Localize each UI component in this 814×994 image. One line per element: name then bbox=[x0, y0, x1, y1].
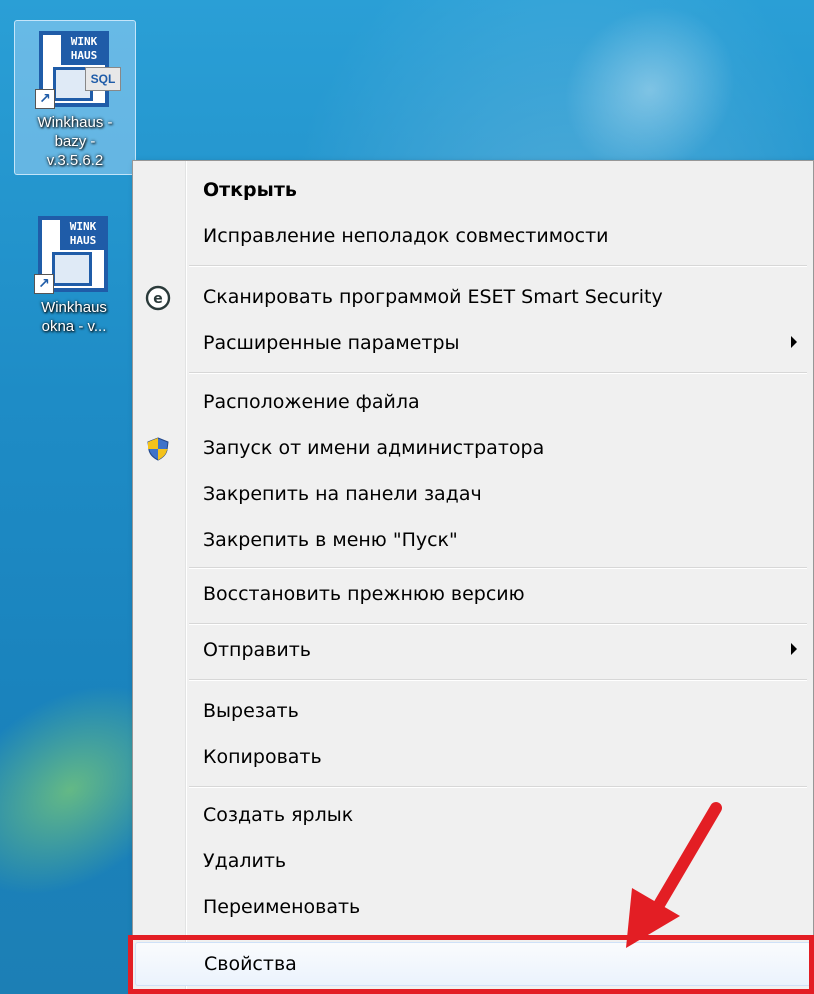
desktop-icon-winkhaus-okna[interactable]: WINK HAUS ↗ Winkhaus okna - v... bbox=[14, 206, 134, 340]
menu-item-compat-troubleshoot[interactable]: Исправление неполадок совместимости bbox=[135, 213, 811, 259]
menu-item-file-location[interactable]: Расположение файла bbox=[135, 379, 811, 425]
menu-item-rename[interactable]: Переименовать bbox=[135, 884, 811, 930]
desktop-icon-label-line: Winkhaus bbox=[41, 299, 107, 316]
desktop-icon-label: Winkhaus okna - v... bbox=[14, 296, 134, 340]
context-menu: Открыть Исправление неполадок совместимо… bbox=[132, 160, 814, 994]
menu-item-label: Копировать bbox=[203, 746, 322, 768]
menu-separator bbox=[189, 567, 807, 569]
menu-item-label: Создать ярлык bbox=[203, 804, 354, 826]
winkhaus-logo-icon: WINK HAUS bbox=[60, 220, 106, 250]
menu-item-label: Удалить bbox=[203, 850, 287, 872]
menu-item-cut[interactable]: Вырезать bbox=[135, 688, 811, 734]
menu-separator bbox=[189, 372, 807, 374]
menu-item-label: Свойства bbox=[204, 953, 297, 975]
desktop-icon-label-line: Winkhaus - bbox=[37, 114, 113, 131]
winkhaus-bazy-icon: WINK HAUS SQL ↗ bbox=[31, 27, 121, 111]
menu-item-label: Вырезать bbox=[203, 700, 299, 722]
menu-item-create-shortcut[interactable]: Создать ярлык bbox=[135, 792, 811, 838]
menu-item-label: Восстановить прежнюю версию bbox=[203, 583, 525, 605]
menu-item-label: Отправить bbox=[203, 639, 311, 661]
menu-item-properties[interactable]: Свойства bbox=[135, 942, 811, 986]
menu-item-label: Сканировать программой ESET Smart Securi… bbox=[203, 286, 663, 308]
shortcut-arrow-icon: ↗ bbox=[34, 274, 54, 294]
menu-item-advanced-params[interactable]: Расширенные параметры bbox=[135, 320, 811, 366]
menu-item-open[interactable]: Открыть bbox=[135, 167, 811, 213]
shortcut-arrow-icon: ↗ bbox=[35, 89, 55, 109]
eset-icon: e bbox=[145, 285, 171, 311]
menu-item-label: Открыть bbox=[203, 179, 297, 201]
desktop-icon-label-line: okna - v... bbox=[41, 318, 107, 335]
menu-item-eset-scan[interactable]: e Сканировать программой ESET Smart Secu… bbox=[135, 274, 811, 320]
menu-item-label: Закрепить в меню "Пуск" bbox=[203, 529, 458, 551]
menu-separator bbox=[189, 786, 807, 788]
menu-item-copy[interactable]: Копировать bbox=[135, 734, 811, 780]
sql-badge-icon: SQL bbox=[85, 67, 121, 91]
menu-item-label: Запуск от имени администратора bbox=[203, 437, 545, 459]
menu-item-label: Переименовать bbox=[203, 896, 361, 918]
window-pane-icon bbox=[52, 252, 92, 286]
menu-item-label: Расположение файла bbox=[203, 391, 420, 413]
desktop-icon-label-line: v.3.5.6.2 bbox=[46, 152, 104, 169]
uac-shield-icon bbox=[145, 436, 171, 462]
menu-item-pin-taskbar[interactable]: Закрепить на панели задач bbox=[135, 471, 811, 517]
menu-separator bbox=[189, 265, 807, 267]
submenu-arrow-icon bbox=[791, 643, 797, 655]
menu-item-label: Исправление неполадок совместимости bbox=[203, 225, 609, 247]
desktop-icon-label-line: bazy - bbox=[54, 133, 96, 150]
menu-separator bbox=[189, 679, 807, 681]
menu-item-delete[interactable]: Удалить bbox=[135, 838, 811, 884]
menu-separator bbox=[189, 623, 807, 625]
menu-item-label: Закрепить на панели задач bbox=[203, 483, 482, 505]
winkhaus-logo-icon: WINK HAUS bbox=[61, 35, 107, 65]
desktop-icon-winkhaus-bazy[interactable]: WINK HAUS SQL ↗ Winkhaus - bazy - v.3.5.… bbox=[14, 20, 136, 175]
submenu-arrow-icon bbox=[791, 336, 797, 348]
winkhaus-okna-icon: WINK HAUS ↗ bbox=[30, 212, 118, 296]
menu-item-run-as-admin[interactable]: Запуск от имени администратора bbox=[135, 425, 811, 471]
menu-item-restore-previous[interactable]: Восстановить прежнюю версию bbox=[135, 571, 811, 617]
menu-item-pin-start[interactable]: Закрепить в меню "Пуск" bbox=[135, 517, 811, 563]
svg-text:e: e bbox=[153, 291, 163, 307]
menu-item-send-to[interactable]: Отправить bbox=[135, 627, 811, 673]
menu-separator bbox=[189, 936, 807, 938]
menu-item-label: Расширенные параметры bbox=[203, 332, 460, 354]
desktop-icon-label: Winkhaus - bazy - v.3.5.6.2 bbox=[15, 111, 135, 174]
